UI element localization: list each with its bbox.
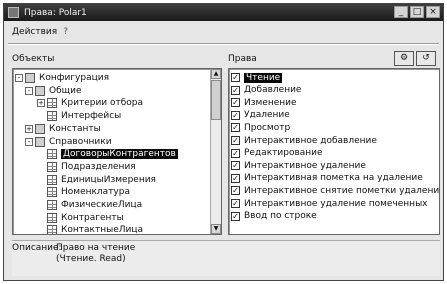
right-label: Ввод по строке bbox=[244, 211, 317, 222]
right-checkbox[interactable]: ✓ bbox=[231, 136, 240, 145]
tree-item-label: ДоговорыКонтрагентов bbox=[61, 149, 178, 160]
folder-icon bbox=[35, 123, 45, 134]
right-checkbox[interactable]: ✓ bbox=[231, 98, 240, 108]
right-item[interactable]: ✓ Ввод по строке bbox=[231, 211, 317, 222]
grid-icon bbox=[47, 98, 57, 109]
rights-list[interactable]: ✓ Чтение ✓ Добавление ✓ Изменение ✓ Удаление ✓ Пр… bbox=[228, 68, 440, 235]
right-item[interactable]: ✓ Добавление bbox=[231, 85, 301, 96]
folder-icon bbox=[35, 85, 45, 96]
description-label: Описание: bbox=[12, 243, 62, 253]
collapse-icon[interactable]: - bbox=[25, 86, 33, 95]
right-label: Добавление bbox=[244, 85, 302, 96]
right-label: Интерактивное удаление помеченных bbox=[244, 198, 428, 209]
collapse-icon[interactable]: - bbox=[25, 137, 33, 146]
scroll-up-button[interactable]: ▲ bbox=[211, 69, 221, 79]
tree-scrollbar[interactable]: ▲ ▼ bbox=[210, 69, 221, 234]
grid-icon bbox=[47, 149, 57, 160]
right-item[interactable]: ✓ Редактирование bbox=[231, 148, 323, 159]
right-item[interactable]: ✓ Чтение bbox=[231, 72, 283, 83]
actions-menu[interactable]: Действия bbox=[12, 27, 57, 37]
objects-label: Объекты bbox=[12, 54, 55, 64]
right-item[interactable]: ✓ Удаление bbox=[231, 110, 290, 121]
tree-item-label: Критерии отбора bbox=[61, 98, 144, 109]
right-checkbox[interactable]: ✓ bbox=[231, 199, 240, 208]
tree-item-label: Константы bbox=[49, 123, 101, 134]
grid-icon bbox=[47, 225, 57, 234]
right-checkbox[interactable]: ✓ bbox=[231, 148, 240, 158]
folder-icon bbox=[25, 73, 35, 83]
right-checkbox[interactable]: ✓ bbox=[231, 85, 240, 95]
right-label: Изменение bbox=[244, 97, 297, 108]
minimize-button[interactable]: _ bbox=[394, 6, 408, 18]
app-icon bbox=[8, 7, 19, 18]
right-checkbox[interactable]: ✓ bbox=[231, 110, 240, 120]
scroll-thumb[interactable] bbox=[211, 80, 221, 120]
rights-label: Права bbox=[228, 54, 257, 64]
right-item[interactable]: ✓ Интерактивное удаление помеченных bbox=[231, 198, 428, 209]
right-item[interactable]: ✓ Интерактивное снятие пометки удаления bbox=[231, 185, 440, 196]
grid-icon bbox=[47, 212, 57, 223]
description-line-1: Право на чтение bbox=[56, 243, 136, 253]
right-item[interactable]: ✓ Изменение bbox=[231, 97, 297, 108]
right-checkbox[interactable]: ✓ bbox=[231, 186, 240, 196]
right-item[interactable]: ✓ Просмотр bbox=[231, 122, 290, 133]
tree-item-label: Подразделения bbox=[61, 161, 136, 172]
right-label: Удаление bbox=[244, 110, 290, 121]
expand-icon[interactable]: + bbox=[37, 99, 45, 108]
scroll-down-button[interactable]: ▼ bbox=[211, 224, 221, 234]
tree-item-label: КонтактныеЛица bbox=[61, 225, 144, 235]
objects-tree[interactable]: - Конфигурация - Общие + Критерии отбора Интер… bbox=[12, 68, 222, 235]
grid-icon bbox=[47, 111, 57, 122]
right-item[interactable]: ✓ Интерактивная пометка на удаление bbox=[231, 173, 423, 184]
right-item[interactable]: ✓ Интерактивное добавление bbox=[231, 135, 377, 146]
right-label: Интерактивная пометка на удаление bbox=[244, 173, 423, 184]
grid-icon bbox=[47, 161, 57, 172]
expand-icon[interactable]: + bbox=[25, 124, 33, 133]
separator bbox=[8, 43, 439, 45]
tree-item-label: Конфигурация bbox=[39, 73, 109, 83]
close-button[interactable]: × bbox=[426, 6, 440, 18]
right-checkbox[interactable]: ✓ bbox=[231, 73, 240, 82]
right-checkbox[interactable]: ✓ bbox=[231, 211, 240, 221]
tree-item-label: Контрагенты bbox=[61, 212, 124, 223]
tree-item-label: Интерфейсы bbox=[61, 111, 122, 122]
right-checkbox[interactable]: ✓ bbox=[231, 161, 240, 171]
menu-bar: Действия ? bbox=[12, 25, 68, 39]
tree-item-label: ФизическиеЛица bbox=[61, 200, 143, 210]
help-icon[interactable]: ? bbox=[63, 27, 68, 37]
clear-all-rights-button[interactable]: ↺ bbox=[416, 51, 436, 66]
title-bar: Права: Polar1 _ □ × bbox=[4, 4, 443, 21]
right-label: Редактирование bbox=[244, 148, 323, 159]
collapse-icon[interactable]: - bbox=[15, 74, 23, 82]
right-label: Чтение bbox=[244, 72, 283, 83]
right-checkbox[interactable]: ✓ bbox=[231, 173, 240, 183]
tree-item-label: Общие bbox=[49, 85, 82, 96]
right-item[interactable]: ✓ Интерактивное удаление bbox=[231, 160, 366, 171]
tree-item-label: Номенклатура bbox=[61, 187, 130, 198]
maximize-button[interactable]: □ bbox=[410, 6, 424, 18]
set-all-rights-button[interactable]: ⚙ bbox=[394, 51, 414, 66]
folder-icon bbox=[35, 136, 45, 147]
description-line-2: (Чтение. Read) bbox=[56, 254, 126, 264]
right-label: Интерактивное удаление bbox=[244, 160, 366, 171]
right-label: Просмотр bbox=[244, 122, 291, 133]
right-checkbox[interactable]: ✓ bbox=[231, 123, 240, 133]
right-label: Интерактивное добавление bbox=[244, 135, 377, 146]
grid-icon bbox=[47, 187, 57, 198]
grid-icon bbox=[47, 200, 57, 210]
tree-item-contacts[interactable]: КонтактныеЛица bbox=[37, 223, 144, 235]
description-box: Описание: Право на чтение (Чтение. Read) bbox=[12, 240, 440, 276]
right-label: Интерактивное снятие пометки удаления bbox=[244, 185, 440, 196]
grid-icon bbox=[47, 174, 57, 185]
window-title: Права: Polar1 bbox=[24, 7, 87, 18]
rights-window: Права: Polar1 _ □ × Действия ? Объекты П… bbox=[3, 3, 444, 281]
tree-item-label: Справочники bbox=[49, 136, 112, 147]
tree-item-label: ЕдиницыИзмерения bbox=[61, 174, 156, 185]
